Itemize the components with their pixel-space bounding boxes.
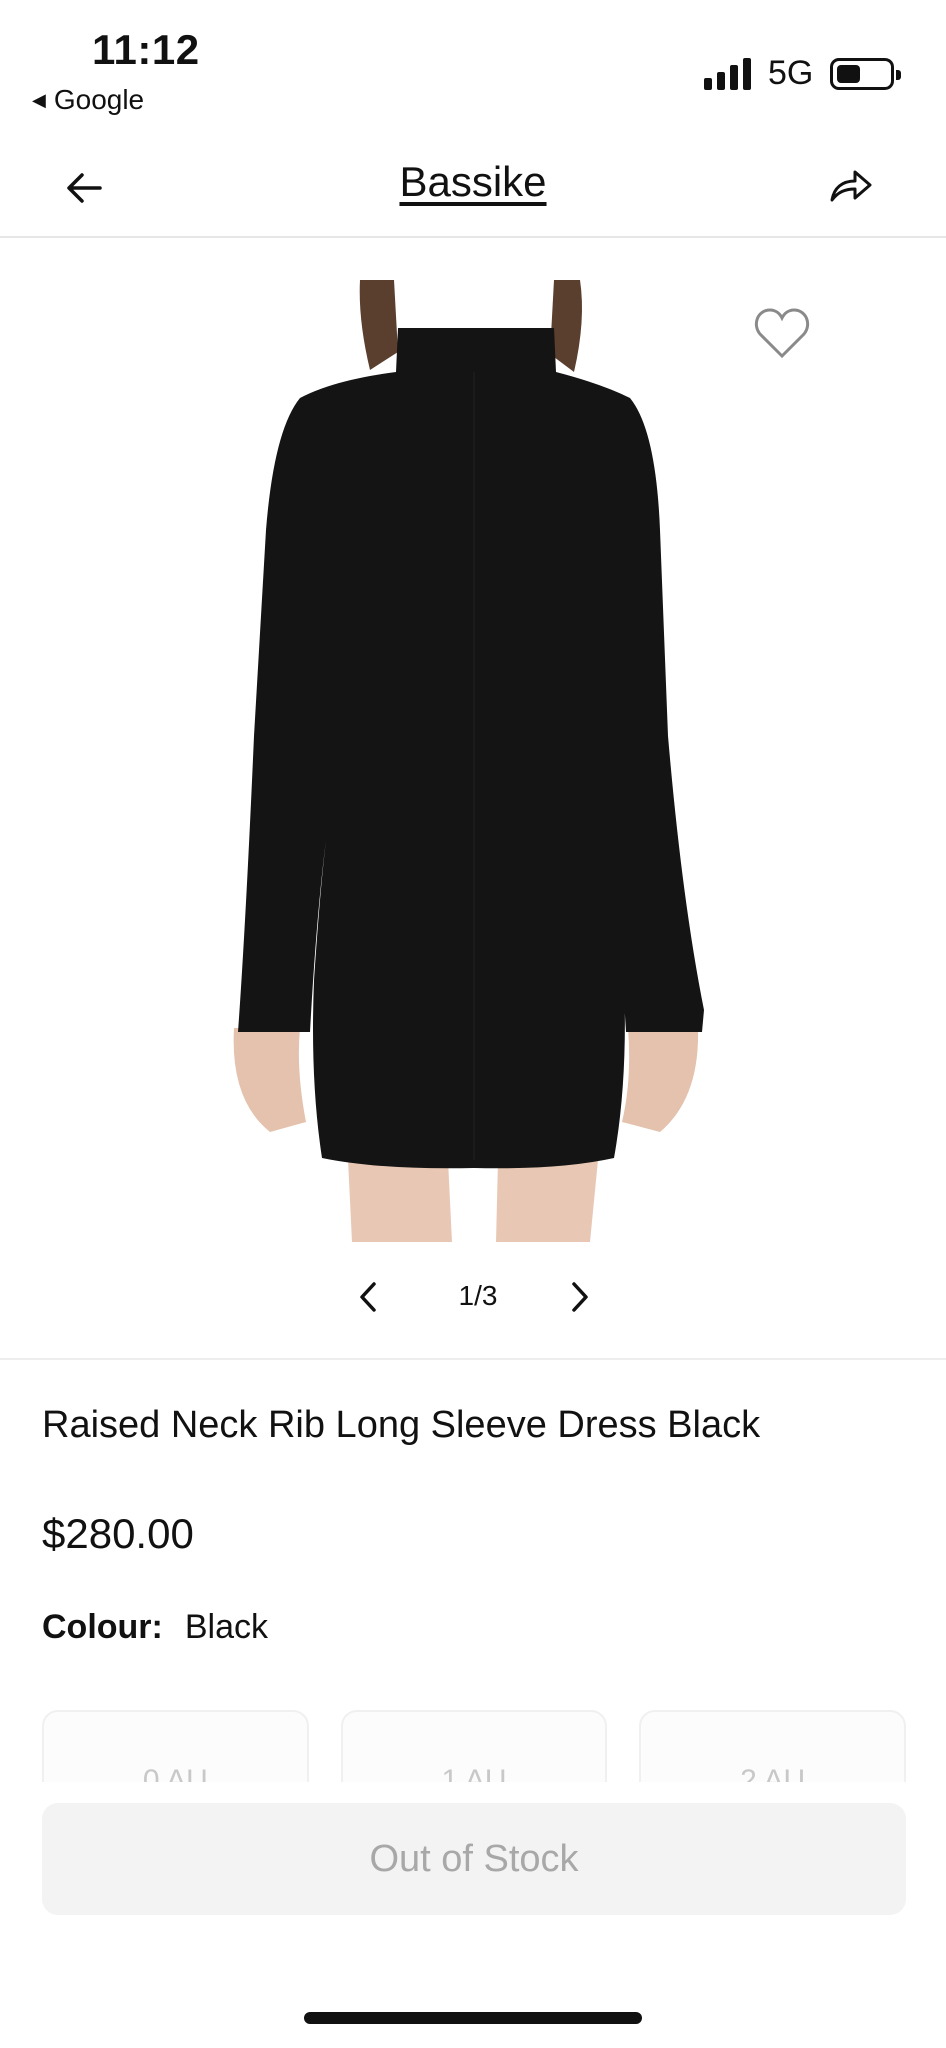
home-indicator (304, 2012, 642, 2024)
size-selector: 0 AU 1 AU 2 AU (42, 1710, 906, 1782)
next-image-button[interactable] (564, 1276, 596, 1318)
size-option-1-au[interactable]: 1 AU (340, 1710, 608, 1782)
colour-value: Black (184, 1608, 268, 1646)
product-page: 11:12 ◀ Google 5G Bassike 1/3 Raised Nec… (0, 0, 946, 2048)
product-details: Raised Neck Rib Long Sleeve Dress Black … (0, 1358, 946, 2048)
back-triangle-icon: ◀ (32, 89, 46, 110)
signal-icon (704, 56, 751, 90)
pager-count: 1/3 (458, 1280, 498, 1311)
size-option-2-au[interactable]: 2 AU (639, 1710, 906, 1782)
heart-outline-icon (754, 308, 810, 359)
status-bar: 11:12 ◀ Google 5G (0, 0, 946, 130)
image-pager: 1/3 (0, 1268, 946, 1328)
wishlist-button[interactable] (752, 306, 812, 362)
chevron-right-icon (572, 1282, 588, 1312)
product-image[interactable] (230, 280, 720, 1242)
product-gallery[interactable]: 1/3 (0, 240, 946, 1358)
size-option-0-au[interactable]: 0 AU (42, 1710, 309, 1782)
status-time: 11:12 (92, 26, 200, 73)
colour-label: Colour: (42, 1608, 163, 1646)
share-button[interactable] (822, 158, 878, 214)
share-icon (830, 170, 872, 202)
colour-row: Colour: Black (42, 1608, 268, 1647)
brand-title[interactable]: Bassike (0, 158, 946, 206)
product-price: $280.00 (42, 1510, 194, 1557)
battery-icon (830, 58, 901, 90)
back-app-label: Google (53, 84, 145, 115)
back-to-app-link[interactable]: ◀ Google (32, 84, 144, 116)
chevron-left-icon (360, 1282, 376, 1312)
out-of-stock-button[interactable]: Out of Stock (42, 1803, 906, 1915)
prev-image-button[interactable] (352, 1276, 384, 1318)
product-name: Raised Neck Rib Long Sleeve Dress Black (42, 1404, 761, 1446)
top-nav: Bassike (0, 140, 946, 238)
network-label: 5G (768, 54, 814, 92)
